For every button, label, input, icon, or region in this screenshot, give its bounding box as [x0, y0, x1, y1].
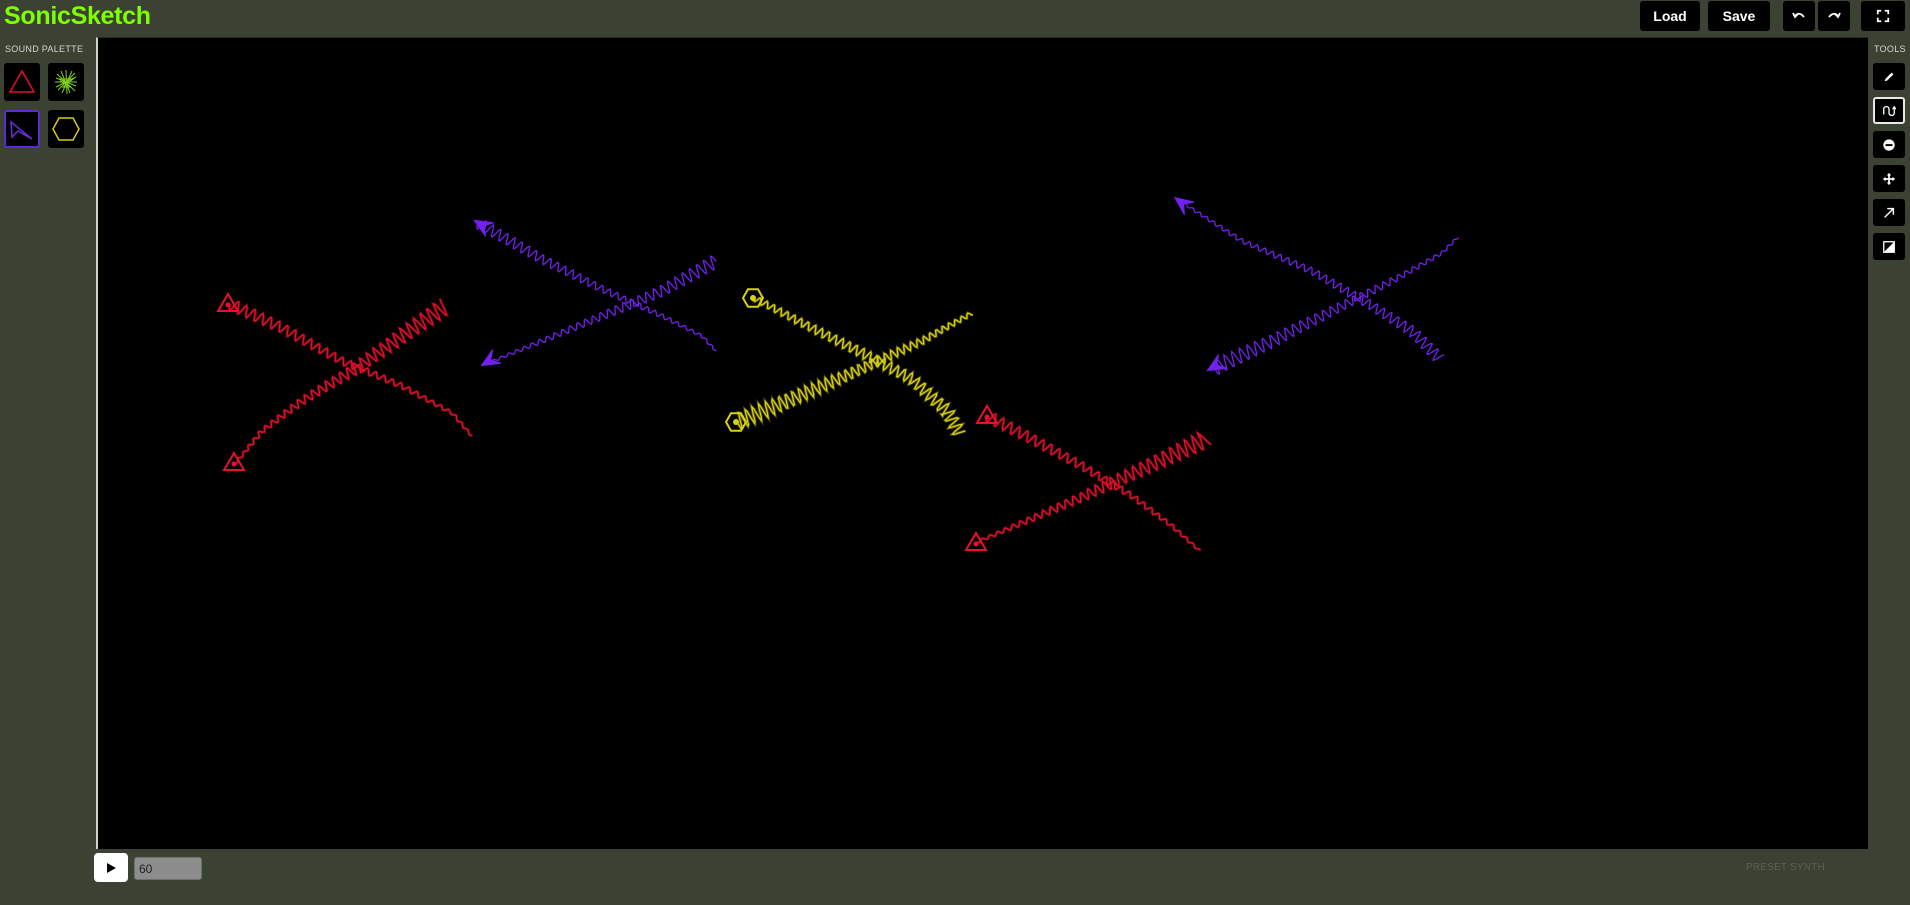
hexagon-icon [52, 117, 80, 141]
yellow-hexagon-2-center [733, 419, 739, 425]
undo-button[interactable] [1783, 1, 1815, 31]
sound-palette-label: SOUND PALETTE [5, 44, 84, 54]
play-button[interactable] [94, 853, 128, 882]
triangle-icon [8, 69, 36, 93]
redo-icon [1828, 12, 1841, 19]
palette-arrowhead[interactable] [4, 110, 40, 148]
fullscreen-button[interactable] [1861, 1, 1905, 31]
tool-erase[interactable] [1873, 131, 1905, 158]
palette-hexagon[interactable] [48, 110, 84, 148]
play-icon [107, 862, 116, 873]
purple-stroke-3[interactable] [1179, 200, 1445, 362]
tempo-input[interactable] [134, 857, 202, 880]
load-button[interactable]: Load [1640, 1, 1700, 31]
yellow-hexagon-1-center [750, 295, 756, 301]
move-icon [1882, 172, 1896, 185]
purple-stroke-4[interactable] [1213, 237, 1460, 376]
preset-label: PRESET SYNTH [1746, 862, 1825, 873]
undo-icon [1792, 12, 1805, 19]
purple-arrow-2[interactable] [480, 349, 501, 367]
arrow-icon [1884, 207, 1895, 218]
red-triangle-2-center [231, 461, 237, 467]
pitch-curve-icon [1883, 105, 1896, 116]
palette-noise[interactable] [48, 63, 84, 101]
tool-pencil[interactable] [1873, 63, 1905, 90]
tool-pitch[interactable] [1873, 97, 1905, 124]
palette-triangle[interactable] [4, 63, 40, 101]
redo-button[interactable] [1818, 1, 1850, 31]
purple-arrow-3[interactable] [1173, 196, 1195, 216]
tool-contrast[interactable] [1873, 233, 1905, 260]
purple-stroke-2[interactable] [487, 255, 717, 364]
red-triangle-4-center [973, 541, 979, 547]
red-triangle-3-center [984, 414, 990, 420]
fullscreen-icon [1876, 9, 1890, 23]
pencil-icon [1884, 72, 1894, 81]
sketch-layer [216, 196, 1460, 552]
purple-stroke-1[interactable] [476, 219, 717, 352]
red-stroke-3-glow [984, 412, 1202, 552]
save-button[interactable]: Save [1708, 1, 1770, 31]
noise-icon [55, 69, 77, 95]
app-logo: SonicSketch [4, 2, 151, 30]
red-triangle-1-center [225, 302, 231, 308]
tool-move[interactable] [1873, 165, 1905, 192]
contrast-icon [1883, 240, 1895, 253]
sketch-canvas[interactable] [96, 37, 1868, 849]
arrowhead-icon [10, 120, 33, 140]
tools-label: TOOLS [1874, 44, 1906, 54]
erase-icon [1883, 138, 1895, 151]
tool-link[interactable] [1873, 199, 1905, 226]
